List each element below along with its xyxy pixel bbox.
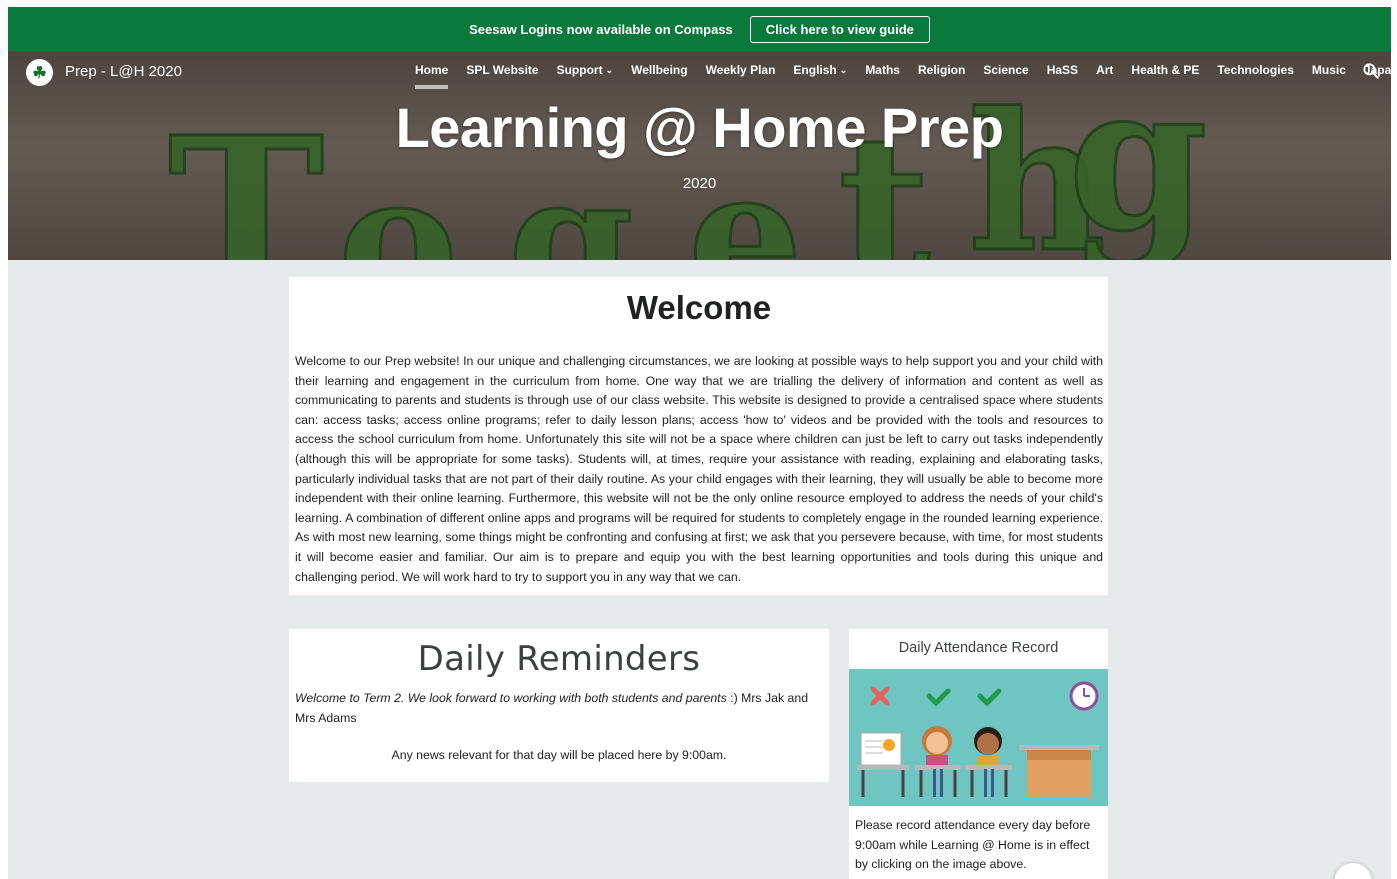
nav-item-spl-website[interactable]: SPL Website: [457, 63, 547, 77]
banner-text: Seesaw Logins now available on Compass: [469, 21, 733, 37]
attendance-card: Daily Attendance Record Please record at…: [849, 629, 1108, 879]
welcome-body: Welcome to our Prep website! In our uniq…: [295, 354, 1103, 584]
view-guide-button[interactable]: Click here to view guide: [749, 15, 930, 43]
chevron-down-icon: ⌄: [605, 64, 614, 75]
attendance-illustration[interactable]: [849, 669, 1108, 806]
daily-reminders-card: Daily Reminders Welcome to Term 2. We lo…: [289, 629, 829, 782]
nav-item-art[interactable]: Art: [1087, 63, 1122, 77]
main-navigation: Home SPL Website Support ⌄ Wellbeing Week…: [406, 63, 1391, 89]
attendance-note: Please record attendance every day befor…: [855, 818, 1091, 872]
welcome-heading: Welcome: [626, 289, 772, 326]
hero-header: T o g e t h g ☘ Prep - L@H 2020 Home SPL…: [8, 51, 1391, 260]
search-icon[interactable]: [1361, 61, 1381, 81]
reminders-message: Welcome to Term 2. We look forward to wo…: [295, 689, 823, 728]
chevron-down-icon: ⌄: [839, 64, 848, 75]
nav-item-music[interactable]: Music: [1303, 63, 1355, 77]
hero-subtitle: 2020: [682, 175, 717, 192]
nav-item-support[interactable]: Support ⌄: [548, 63, 623, 77]
page-frame: Seesaw Logins now available on Compass C…: [8, 7, 1391, 879]
reminders-italic-text: Welcome to Term 2. We look forward to wo…: [295, 691, 727, 705]
nav-item-english[interactable]: English ⌄: [784, 63, 856, 77]
nav-item-home[interactable]: Home: [406, 63, 457, 89]
shamrock-icon[interactable]: ☘: [26, 59, 53, 86]
nav-item-hass[interactable]: HaSS: [1038, 63, 1087, 77]
nav-item-maths[interactable]: Maths: [856, 63, 909, 77]
nav-item-health-pe[interactable]: Health & PE: [1122, 63, 1208, 77]
welcome-card: Welcome Welcome to our Prep website! In …: [289, 277, 1108, 595]
hero-title: Learning @ Home Prep: [395, 96, 1004, 159]
nav-item-technologies[interactable]: Technologies: [1208, 63, 1302, 77]
attendance-heading: Daily Attendance Record: [898, 640, 1059, 656]
nav-item-science[interactable]: Science: [974, 63, 1037, 77]
reminders-heading: Daily Reminders: [417, 639, 701, 679]
nav-item-religion[interactable]: Religion: [909, 63, 974, 77]
clock-icon: [1069, 681, 1099, 711]
announcement-banner: Seesaw Logins now available on Compass C…: [8, 7, 1391, 51]
nav-item-weekly-plan[interactable]: Weekly Plan: [697, 63, 785, 77]
nav-item-wellbeing[interactable]: Wellbeing: [622, 63, 696, 77]
reminders-news: Any news relevant for that day will be p…: [391, 748, 727, 763]
site-name[interactable]: Prep - L@H 2020: [65, 63, 182, 80]
scroll-to-top-button[interactable]: [1334, 863, 1372, 879]
